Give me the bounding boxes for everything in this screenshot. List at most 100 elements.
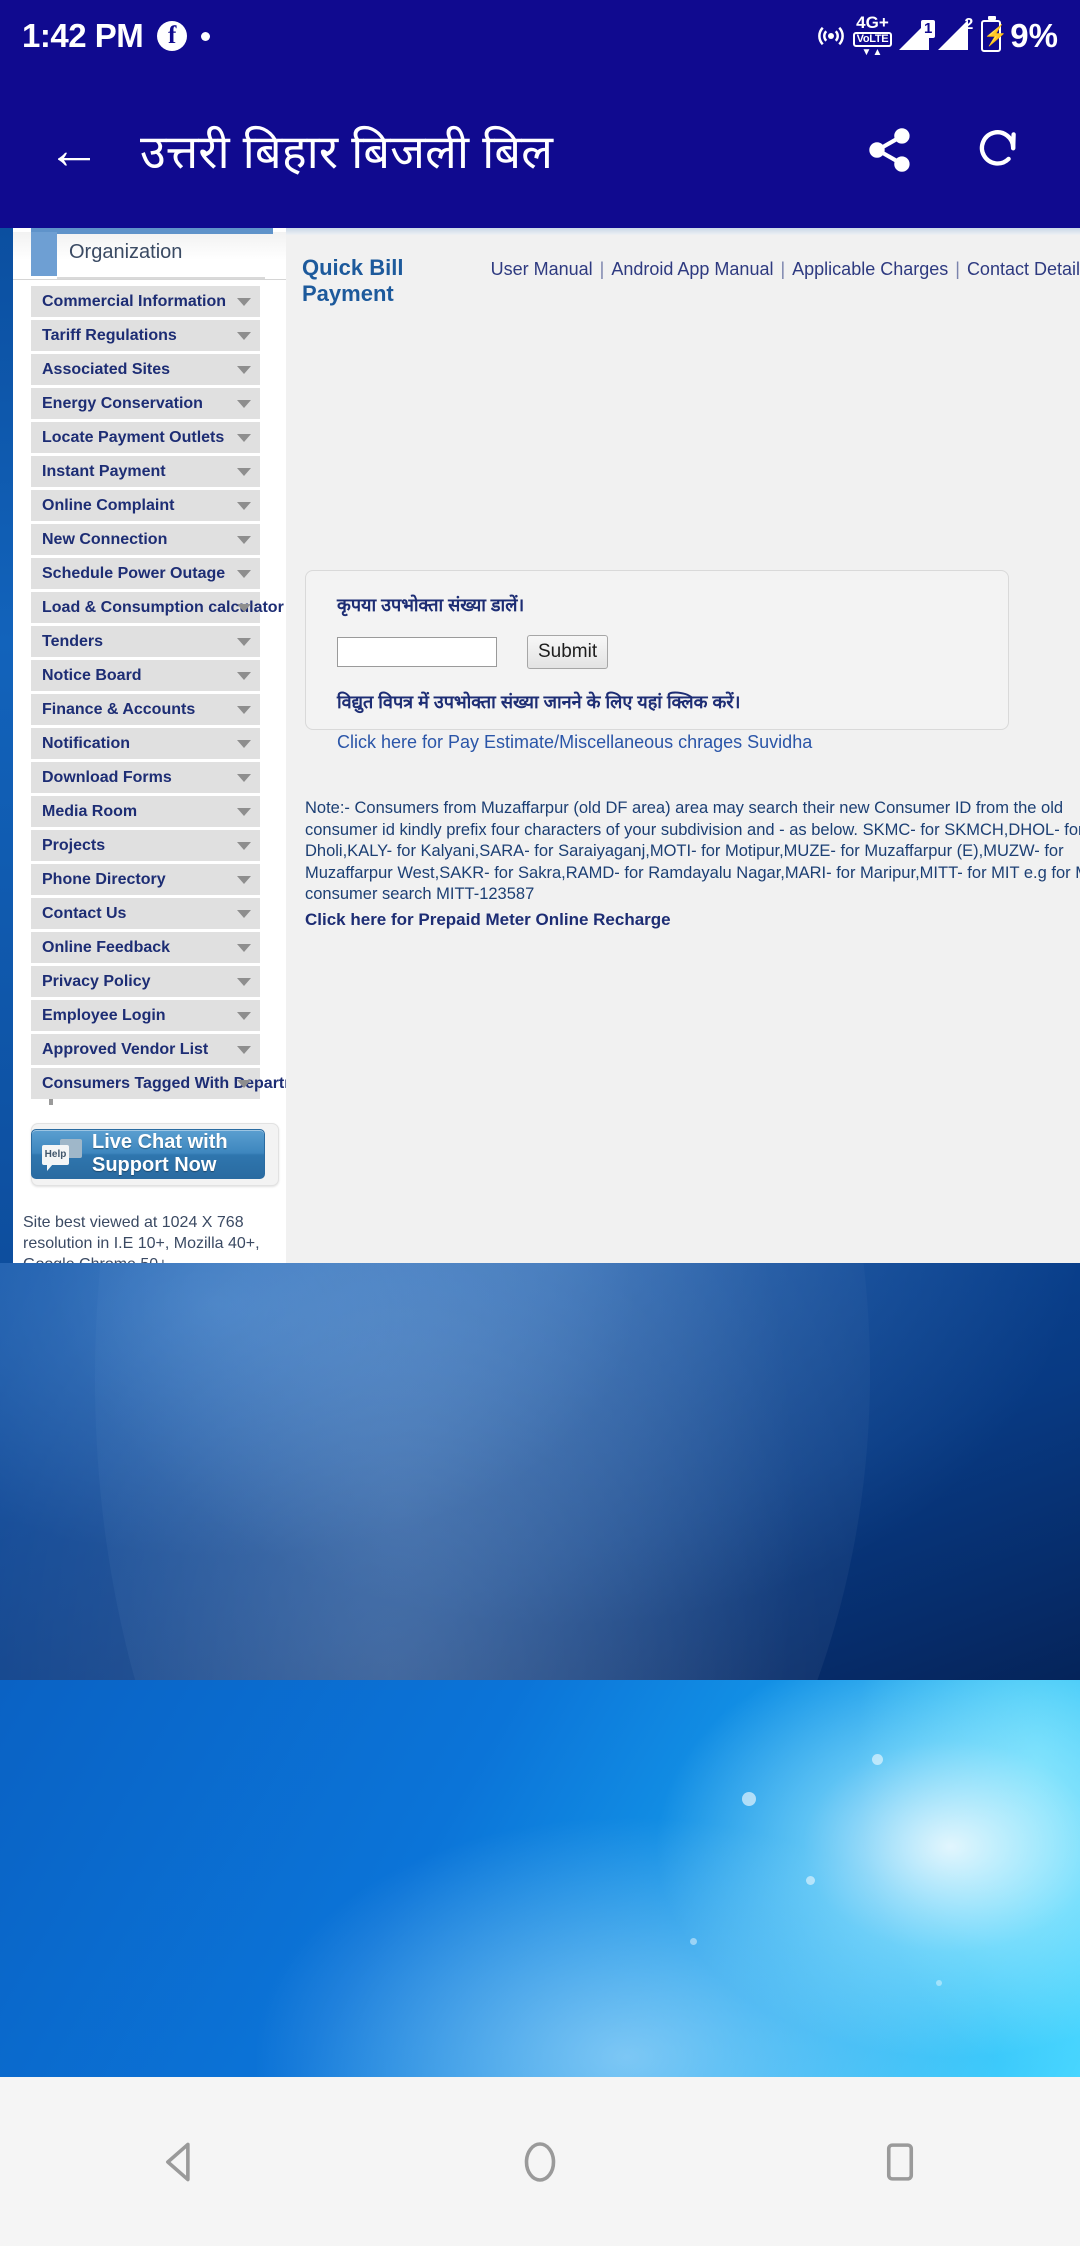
sidebar-item-privacy-policy[interactable]: Privacy Policy [31, 966, 260, 997]
chevron-down-icon [237, 739, 251, 748]
wallpaper-glow-dot [872, 1754, 883, 1765]
chevron-down-icon [237, 671, 251, 680]
chevron-down-icon [237, 467, 251, 476]
sidebar-item-instant-payment[interactable]: Instant Payment [31, 456, 260, 487]
sidebar-item-label: Media Room [42, 802, 138, 820]
sidebar-item-label: Approved Vendor List [42, 1040, 209, 1058]
chevron-down-icon [237, 1045, 251, 1054]
charging-bolt-icon: ⚡ [983, 25, 1009, 47]
live-chat-button[interactable]: Help Live Chat with Support Now [31, 1129, 265, 1179]
sidebar-item-label: Instant Payment [42, 462, 166, 480]
live-chat-wrapper: Help Live Chat with Support Now [31, 1123, 281, 1186]
organization-tab[interactable]: Organization [13, 228, 286, 280]
sidebar-item-label: Tenders [42, 632, 104, 650]
sidebar-item-locate-payment-outlets[interactable]: Locate Payment Outlets [31, 422, 260, 453]
sidebar-item-label: New Connection [42, 530, 168, 548]
help-bubble-label: Help [42, 1145, 69, 1171]
sidebar-item-label: Consumers Tagged With Department [42, 1074, 323, 1092]
sidebar-item-label: Energy Conservation [42, 394, 203, 412]
sidebar-item-contact-us[interactable]: Contact Us [31, 898, 260, 929]
submit-button[interactable]: Submit [527, 635, 609, 669]
back-arrow-icon[interactable]: ← [26, 123, 122, 177]
sidebar-item-load-consumption-calculator[interactable]: Load & Consumption calculator [31, 592, 284, 623]
network-type-label: 4G+ [856, 13, 889, 32]
sidebar-item-employee-login[interactable]: Employee Login [31, 1000, 260, 1031]
consumer-number-input[interactable] [337, 637, 497, 667]
consumer-id-note-text: Note:- Consumers from Muzaffarpur (old D… [305, 799, 1080, 903]
prepaid-meter-recharge-link[interactable]: Click here for Prepaid Meter Online Rech… [305, 909, 1080, 931]
sidebar-item-phone-directory[interactable]: Phone Directory [31, 864, 260, 895]
chevron-down-icon [237, 773, 251, 782]
webview: Organization Commercial Information Tari… [0, 228, 1080, 1263]
wallpaper-glow-dot [806, 1876, 815, 1885]
consumer-id-note-block: Note:- Consumers from Muzaffarpur (old D… [305, 798, 1080, 930]
chevron-down-icon [237, 943, 251, 952]
nav-home-button[interactable] [480, 2102, 600, 2222]
sidebar-item-online-feedback[interactable]: Online Feedback [31, 932, 260, 963]
sidebar-item-label: Download Forms [42, 768, 172, 786]
chevron-down-icon [237, 705, 251, 714]
chevron-down-icon [237, 501, 251, 510]
chevron-down-icon [237, 365, 251, 374]
sidebar-item-energy-conservation[interactable]: Energy Conservation [31, 388, 260, 419]
sidebar-item-label: Employee Login [42, 1006, 166, 1024]
pay-estimate-suvidha-link[interactable]: Click here for Pay Estimate/Miscellaneou… [337, 732, 1008, 753]
sidebar-item-commercial-information[interactable]: Commercial Information [31, 286, 260, 317]
consumer-number-help-link-hindi[interactable]: विद्युत विपत्र में उपभोक्ता संख्या जानने… [337, 690, 1008, 714]
link-user-manual[interactable]: User Manual [491, 259, 593, 279]
share-icon[interactable] [864, 124, 916, 176]
hotspot-icon [816, 21, 846, 51]
chevron-down-icon [237, 603, 251, 612]
sidebar-item-label: Online Feedback [42, 938, 171, 956]
sidebar-item-consumers-tagged-with-department[interactable]: Consumers Tagged With Department [31, 1068, 322, 1105]
status-clock: 1:42 PM [22, 17, 144, 54]
sidebar-item-label: Associated Sites [42, 360, 171, 378]
chevron-down-icon [237, 875, 251, 884]
live-chat-card: Help Live Chat with Support Now [31, 1123, 279, 1186]
link-separator: | [955, 259, 960, 279]
main-top-divider [286, 228, 1080, 235]
page-left-rail [0, 228, 13, 1263]
consumer-form-row: Submit [337, 635, 1008, 669]
chevron-down-icon [237, 909, 251, 918]
link-separator: | [780, 259, 786, 279]
wallpaper-glow-dot [690, 1938, 697, 1945]
battery-percent: 9% [1010, 17, 1058, 54]
link-android-app-manual[interactable]: Android App Manual [611, 259, 773, 279]
sidebar-item-tariff-regulations[interactable]: Tariff Regulations [31, 320, 260, 351]
status-bar: 1:42 PM f 4G+ VoLTE ▼▲ 1 2 ⚡ 9% [0, 0, 1080, 72]
link-applicable-charges[interactable]: Applicable Charges [792, 259, 948, 279]
wallpaper-upper [0, 1263, 1080, 1680]
sidebar-item-download-forms[interactable]: Download Forms [31, 762, 260, 793]
sidebar-item-associated-sites[interactable]: Associated Sites [31, 354, 260, 385]
tab-underline [57, 277, 265, 279]
sidebar-item-projects[interactable]: Projects [31, 830, 260, 861]
sidebar-item-label: Privacy Policy [42, 972, 151, 990]
app-bar-actions [864, 124, 1024, 176]
best-viewed-note: Site best viewed at 1024 X 768 resolutio… [23, 1214, 260, 1263]
sidebar-item-finance-accounts[interactable]: Finance & Accounts [31, 694, 260, 725]
sim1-label: 1 [920, 20, 936, 38]
sidebar-item-media-room[interactable]: Media Room [31, 796, 260, 827]
sidebar-item-notification[interactable]: Notification [31, 728, 260, 759]
chevron-down-icon [237, 535, 251, 544]
sidebar-item-new-connection[interactable]: New Connection [31, 524, 260, 555]
phone-screen: 1:42 PM f 4G+ VoLTE ▼▲ 1 2 ⚡ 9% ← उत्तरी… [0, 0, 1080, 2246]
status-bar-left: 1:42 PM f [22, 17, 211, 55]
nav-recents-button[interactable] [840, 2102, 960, 2222]
data-arrows-icon: ▼▲ [861, 47, 884, 58]
sidebar-item-approved-vendor-list[interactable]: Approved Vendor List [31, 1034, 260, 1065]
chat-bubbles-icon: Help [42, 1139, 82, 1171]
chevron-down-icon [237, 841, 251, 850]
sidebar-item-tenders[interactable]: Tenders [31, 626, 260, 657]
chevron-down-icon [237, 1079, 251, 1088]
sidebar-item-online-complaint[interactable]: Online Complaint [31, 490, 260, 521]
link-separator: | [599, 259, 605, 279]
nav-back-button[interactable] [120, 2102, 240, 2222]
refresh-icon[interactable] [972, 124, 1024, 176]
link-contact-detail[interactable]: Contact Detail [967, 259, 1080, 279]
sidebar-item-label: Online Complaint [42, 496, 175, 514]
signal-sim1-icon: 1 [899, 20, 936, 52]
sidebar-item-schedule-power-outage[interactable]: Schedule Power Outage [31, 558, 260, 589]
sidebar-item-notice-board[interactable]: Notice Board [31, 660, 260, 691]
